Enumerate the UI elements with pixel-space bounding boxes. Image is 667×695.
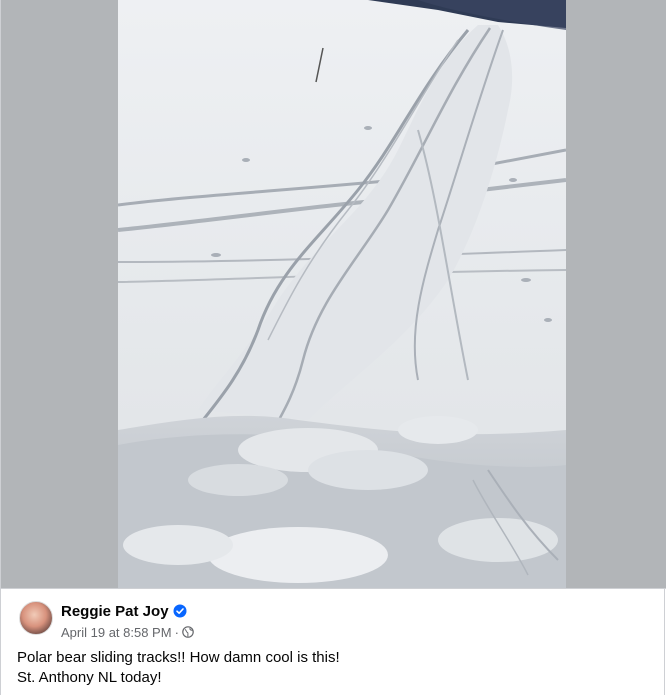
post-text-line: Polar bear sliding tracks!! How damn coo…: [17, 649, 340, 666]
meta-separator: ·: [174, 624, 179, 640]
author-name[interactable]: Reggie Pat Joy: [61, 603, 169, 620]
post-text-line: St. Anthony NL today!: [17, 669, 162, 686]
post-header: Reggie Pat Joy April 19 at 8:58 PM ·: [19, 601, 194, 640]
snow-tracks-photo[interactable]: [118, 0, 566, 588]
post-meta: Reggie Pat Joy April 19 at 8:58 PM ·: [61, 601, 194, 640]
globe-icon[interactable]: [182, 626, 194, 638]
post-media[interactable]: [1, 0, 666, 588]
media-divider: [1, 588, 666, 589]
name-line: Reggie Pat Joy: [61, 601, 194, 621]
post-message: Polar bear sliding tracks!! How damn coo…: [17, 648, 340, 688]
avatar[interactable]: [19, 601, 53, 635]
post-timestamp[interactable]: April 19 at 8:58 PM: [61, 625, 172, 640]
verified-badge-icon: [173, 604, 187, 618]
snow-photo-drawing: [118, 0, 566, 588]
post-card: Reggie Pat Joy April 19 at 8:58 PM · Pol…: [0, 0, 666, 695]
time-line: April 19 at 8:58 PM ·: [61, 624, 194, 640]
